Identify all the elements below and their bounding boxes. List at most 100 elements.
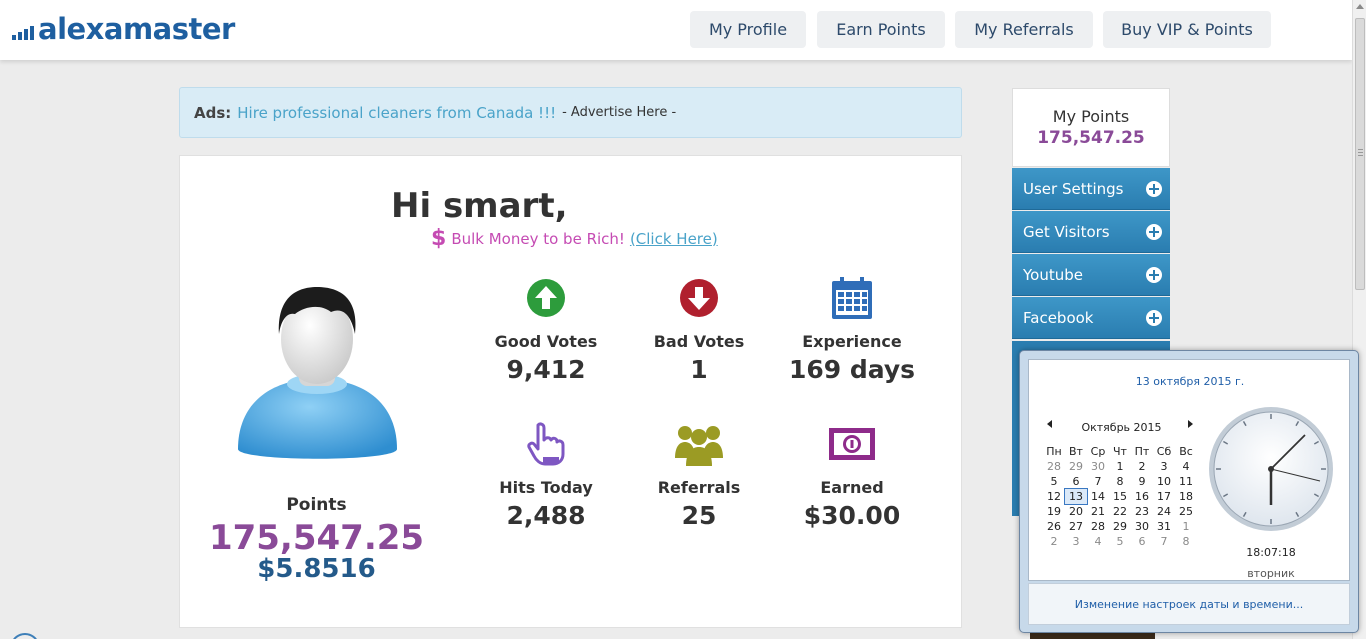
plus-icon[interactable]: [1146, 224, 1162, 240]
stat-label: Referrals: [657, 478, 741, 497]
plus-icon[interactable]: [1146, 181, 1162, 197]
my-points-box: My Points 175,547.25: [1012, 88, 1170, 167]
my-points-title: My Points: [1052, 107, 1130, 126]
greeting-title: Hi smart,: [391, 186, 568, 226]
weekday-header: Пн: [1046, 445, 1062, 458]
thumbs-up-icon: [527, 279, 565, 317]
ads-label: Ads:: [194, 103, 232, 122]
dollar-icon: $: [431, 226, 447, 251]
nav-earn-points-button[interactable]: Earn Points: [817, 11, 945, 48]
scroll-thumb[interactable]: [1355, 18, 1365, 290]
calendar-day[interactable]: 10: [1153, 474, 1175, 489]
banknote-icon: [829, 428, 875, 460]
calendar-day[interactable]: 4: [1175, 459, 1197, 474]
user-avatar-icon: [238, 287, 397, 459]
bulk-money-text: Bulk Money to be Rich!: [451, 229, 625, 248]
calendar-day[interactable]: 28: [1087, 519, 1109, 534]
calendar-day[interactable]: 5: [1109, 534, 1131, 549]
my-points-value: 175,547.25: [1037, 128, 1145, 148]
calendar-day[interactable]: 13: [1064, 488, 1088, 505]
system-calendar-popup: 13 октября 2015 г. Октябрь 2015 Пн Вт Ср Чт…: [1019, 350, 1359, 633]
nav-my-profile-button[interactable]: My Profile: [690, 11, 806, 48]
weekday-header: Ср: [1090, 445, 1106, 458]
calendar-day[interactable]: 2: [1043, 534, 1065, 549]
logo[interactable]: alexamaster: [12, 12, 235, 46]
calendar-day[interactable]: 5: [1043, 474, 1065, 489]
calendar-day[interactable]: 4: [1087, 534, 1109, 549]
weekday-header: Сб: [1156, 445, 1172, 458]
next-month-icon[interactable]: [1188, 420, 1193, 428]
weekday-header: Вс: [1179, 445, 1193, 458]
calendar-panel: 13 октября 2015 г. Октябрь 2015 Пн Вт Ср Чт…: [1028, 359, 1350, 581]
calendar-day[interactable]: 8: [1109, 474, 1131, 489]
calendar-day[interactable]: 23: [1131, 504, 1153, 519]
calendar-day[interactable]: 2: [1131, 459, 1153, 474]
points-usd-value: $5.8516: [257, 554, 376, 584]
sidebar-item-facebook[interactable]: Facebook: [1012, 297, 1170, 339]
calendar-day[interactable]: 1: [1109, 459, 1131, 474]
sidebar-item-label: Get Visitors: [1023, 222, 1110, 241]
calendar-day[interactable]: 17: [1153, 489, 1175, 504]
stat-value: 1: [690, 355, 708, 384]
ads-link[interactable]: Hire professional cleaners from Canada !…: [237, 104, 556, 122]
scroll-up-arrow-icon[interactable]: [1356, 4, 1364, 9]
calendar-day[interactable]: 24: [1153, 504, 1175, 519]
pointer-hand-icon: [527, 422, 565, 466]
calendar-day[interactable]: 19: [1043, 504, 1065, 519]
points-label: Points: [286, 495, 347, 515]
calendar-day[interactable]: 8: [1175, 534, 1197, 549]
stat-label: Experience: [802, 332, 902, 351]
calendar-day[interactable]: 7: [1087, 474, 1109, 489]
calendar-day[interactable]: 21: [1087, 504, 1109, 519]
change-date-time-settings-link[interactable]: Изменение настроек даты и времени...: [1028, 583, 1350, 625]
weekday-header: Вт: [1069, 445, 1083, 458]
stat-label: Hits Today: [499, 478, 593, 497]
calendar-day[interactable]: 31: [1153, 519, 1175, 534]
sidebar-item-youtube[interactable]: Youtube: [1012, 254, 1170, 296]
plus-icon[interactable]: [1146, 267, 1162, 283]
sidebar-item-get-visitors[interactable]: Get Visitors: [1012, 211, 1170, 253]
calendar-day[interactable]: 18: [1175, 489, 1197, 504]
calendar-day[interactable]: 12: [1043, 489, 1065, 504]
calendar-day[interactable]: 9: [1131, 474, 1153, 489]
calendar-day[interactable]: 22: [1109, 504, 1131, 519]
signal-bars-icon: [12, 26, 34, 40]
weekday-header: Чт: [1113, 445, 1127, 458]
calendar-day[interactable]: 25: [1175, 504, 1197, 519]
calendar-date-title[interactable]: 13 октября 2015 г.: [1029, 375, 1351, 388]
calendar-day[interactable]: 26: [1043, 519, 1065, 534]
calendar-day[interactable]: 14: [1087, 489, 1109, 504]
ads-banner: Ads: Hire professional cleaners from Can…: [179, 87, 962, 138]
calendar-day[interactable]: 30: [1087, 459, 1109, 474]
stat-good-votes: Good Votes 9,412: [466, 276, 626, 384]
calendar-day[interactable]: 30: [1131, 519, 1153, 534]
calendar-day[interactable]: 11: [1175, 474, 1197, 489]
stat-value: 2,488: [506, 501, 586, 530]
calendar-day[interactable]: 20: [1065, 504, 1087, 519]
calendar-day[interactable]: 29: [1065, 459, 1087, 474]
sidebar-item-user-settings[interactable]: User Settings: [1012, 168, 1170, 210]
calendar-grid: Пн Вт Ср Чт Пт Сб Вс 28 29 30 1 2 3 4 5 6 7 8 9 10 11 12 13 14 1…: [1043, 444, 1197, 549]
logo-text: alexamaster: [38, 12, 235, 46]
calendar-day[interactable]: 28: [1043, 459, 1065, 474]
calendar-day[interactable]: 29: [1109, 519, 1131, 534]
calendar-day[interactable]: 1: [1175, 519, 1197, 534]
calendar-day[interactable]: 15: [1109, 489, 1131, 504]
calendar-day[interactable]: 27: [1065, 519, 1087, 534]
bottom-circle-icon[interactable]: [10, 633, 40, 639]
group-icon: [675, 426, 723, 466]
calendar-day[interactable]: 16: [1131, 489, 1153, 504]
nav-my-referrals-button[interactable]: My Referrals: [955, 11, 1093, 48]
nav-buy-vip-button[interactable]: Buy VIP & Points: [1103, 11, 1271, 48]
calendar-day[interactable]: 7: [1153, 534, 1175, 549]
previous-month-icon[interactable]: [1047, 420, 1052, 428]
calendar-month-label[interactable]: Октябрь 2015: [1059, 421, 1184, 434]
calendar-day[interactable]: 6: [1065, 474, 1087, 489]
calendar-day[interactable]: 6: [1131, 534, 1153, 549]
points-value: 175,547.25: [208, 518, 425, 558]
calendar-day[interactable]: 3: [1153, 459, 1175, 474]
advertise-here-link[interactable]: - Advertise Here -: [562, 105, 676, 120]
plus-icon[interactable]: [1146, 310, 1162, 326]
bulk-click-here-link[interactable]: (Click Here): [630, 230, 718, 248]
calendar-day[interactable]: 3: [1065, 534, 1087, 549]
